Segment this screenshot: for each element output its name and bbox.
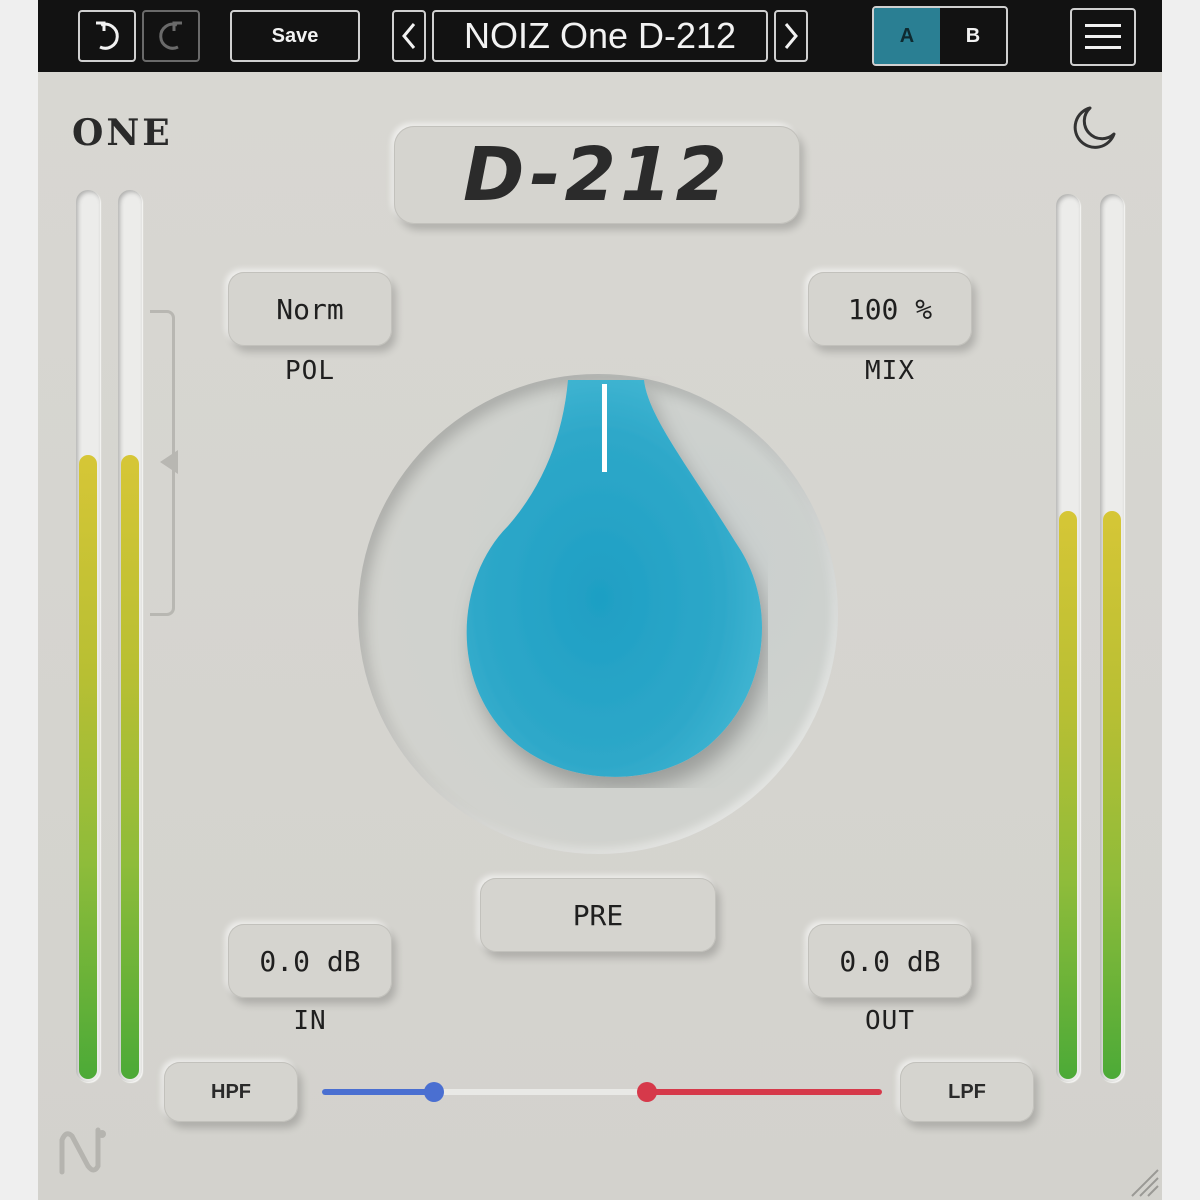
- pol-selector[interactable]: Norm: [228, 272, 392, 346]
- plugin-window: Save NOIZ One D-212 A B ONE D-212 Norm P…: [38, 0, 1162, 1200]
- lpf-handle[interactable]: [636, 1082, 657, 1102]
- lpf-track: [646, 1089, 882, 1095]
- output-meter-left-fill: [1059, 510, 1077, 1079]
- hpf-label: HPF: [211, 1080, 251, 1103]
- main-panel: ONE D-212 Norm POL 100 % MIX PRE 0.0 dB …: [38, 72, 1162, 1200]
- input-meter-left: [76, 190, 100, 1082]
- input-meter-right-fill: [121, 454, 139, 1079]
- output-gain-value: 0.0 dB: [839, 944, 941, 978]
- main-knob[interactable]: [438, 376, 768, 788]
- hpf-handle[interactable]: [424, 1082, 444, 1102]
- pol-label: POL: [285, 356, 335, 386]
- title-plate: D-212: [394, 126, 800, 224]
- moon-icon[interactable]: [1068, 104, 1118, 154]
- pre-label: PRE: [572, 898, 624, 932]
- mix-value: 100 %: [847, 292, 933, 326]
- input-gain-field[interactable]: 0.0 dB: [228, 924, 392, 998]
- resize-grip-icon[interactable]: [1128, 1166, 1160, 1198]
- toolbar: Save NOIZ One D-212 A B: [38, 0, 1162, 72]
- chevron-left-icon: [402, 23, 416, 49]
- output-meter-right-fill: [1103, 510, 1121, 1079]
- output-meter-left: [1056, 194, 1080, 1082]
- hpf-button[interactable]: HPF: [164, 1062, 298, 1122]
- pol-value: Norm: [276, 292, 344, 326]
- pre-button[interactable]: PRE: [480, 878, 716, 952]
- redo-button[interactable]: [142, 10, 200, 62]
- undo-button[interactable]: [78, 10, 136, 62]
- preset-prev-button[interactable]: [392, 10, 426, 62]
- ab-a-button[interactable]: A: [874, 8, 940, 64]
- lpf-label: LPF: [948, 1080, 986, 1103]
- undo-icon: [96, 21, 119, 50]
- mix-value-field[interactable]: 100 %: [808, 272, 972, 346]
- noiz-logo-icon: [59, 1127, 106, 1175]
- threshold-marker[interactable]: [160, 450, 178, 474]
- mix-label: MIX: [865, 356, 915, 386]
- input-meter-left-fill: [79, 454, 97, 1079]
- hpf-track: [322, 1089, 434, 1095]
- plugin-title: D-212: [463, 132, 731, 218]
- chevron-right-icon: [784, 23, 798, 49]
- preset-next-button[interactable]: [774, 10, 808, 62]
- input-gain-label: IN: [293, 1006, 327, 1036]
- filter-range-slider[interactable]: [322, 1082, 882, 1102]
- preset-name-display[interactable]: NOIZ One D-212: [432, 10, 768, 62]
- output-gain-field[interactable]: 0.0 dB: [808, 924, 972, 998]
- input-meter-right: [118, 190, 142, 1082]
- input-gain-value: 0.0 dB: [259, 944, 361, 978]
- lpf-button[interactable]: LPF: [900, 1062, 1034, 1122]
- save-button[interactable]: Save: [230, 10, 360, 62]
- output-meter-right: [1100, 194, 1124, 1082]
- brand-logo: ONE: [72, 112, 173, 154]
- hamburger-menu-icon: [1085, 24, 1121, 49]
- redo-icon: [159, 21, 182, 50]
- ab-switch: A B: [872, 6, 1008, 66]
- knob-pointer: [602, 384, 607, 472]
- menu-button[interactable]: [1070, 8, 1136, 66]
- ab-b-button[interactable]: B: [940, 8, 1006, 64]
- output-gain-label: OUT: [865, 1006, 915, 1036]
